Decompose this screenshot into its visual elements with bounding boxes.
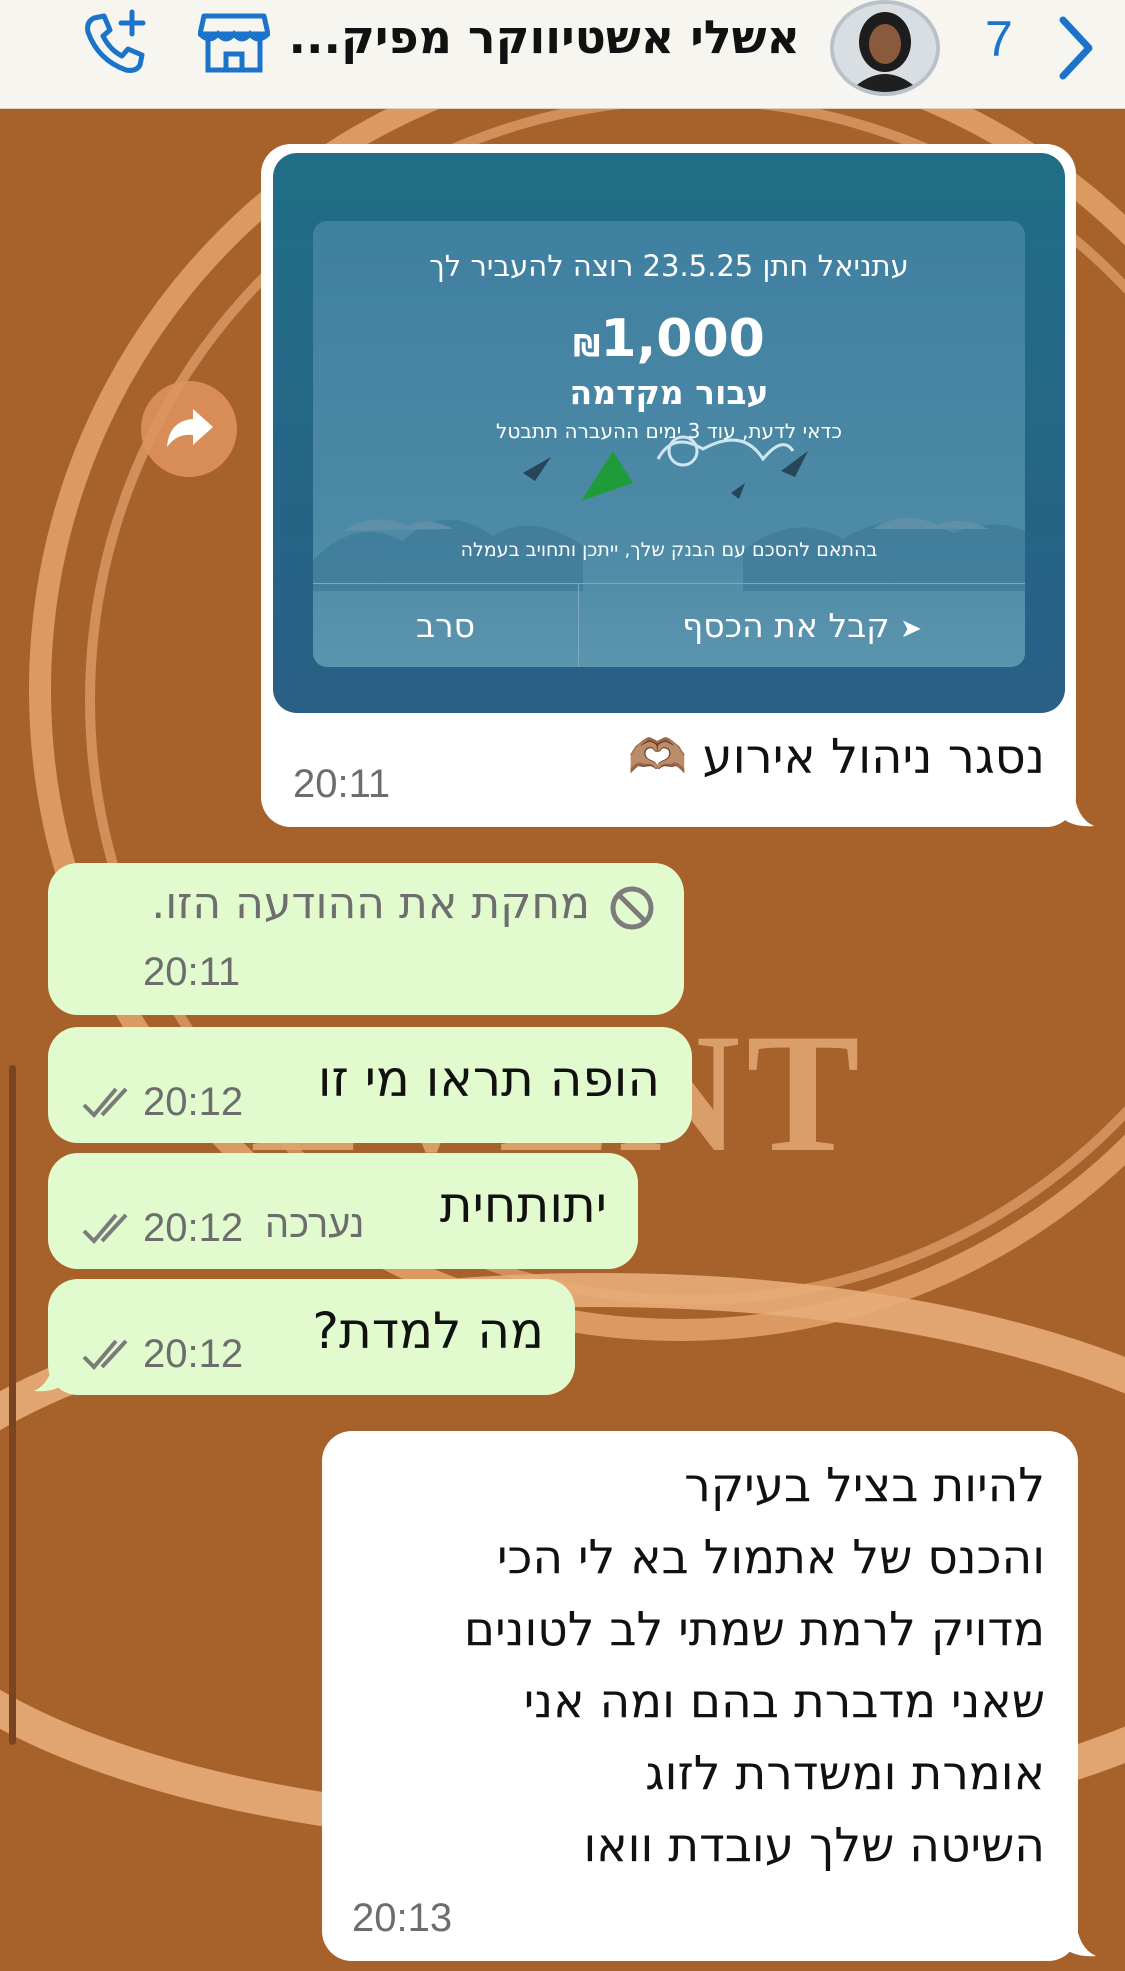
read-receipt-icon	[82, 1087, 128, 1118]
accept-money-button[interactable]: ➤ קבל את הכסף	[579, 584, 1025, 667]
back-chevron-icon[interactable]	[1055, 8, 1095, 88]
read-receipt-icon	[82, 1213, 128, 1244]
contact-name[interactable]: אשלי אשטיווקר מפיק...	[289, 10, 800, 64]
payment-purpose: עבור מקדמה	[569, 373, 769, 412]
message-time: 20:11	[143, 950, 241, 994]
deleted-icon	[610, 886, 654, 930]
accept-money-label: קבל את הכסף	[682, 606, 890, 645]
payment-card[interactable]: עתניאל חתן 23.5.25 רוצה להעביר לך ₪1,000…	[273, 153, 1065, 713]
message-line: שאני מדברת בהם ומה אני	[523, 1674, 1045, 1729]
message-text-multiline: להיות בציל בעיקר והכנס של אתמול בא לי הכ…	[365, 1450, 1045, 1882]
payment-amount-row: ₪1,000	[313, 309, 1025, 369]
payment-notice: כדאי לדעת, עוד 3 ימים ההעברה תתבטל	[496, 419, 842, 443]
message-time: 20:12	[143, 1206, 244, 1250]
forward-button[interactable]	[141, 381, 237, 477]
contact-avatar[interactable]	[830, 0, 940, 96]
message-text: הופה תראו מי זו	[317, 1050, 660, 1108]
payment-card-panel: עתניאל חתן 23.5.25 רוצה להעביר לך ₪1,000…	[313, 221, 1025, 667]
bubble-tail	[1060, 1920, 1096, 1957]
clouds-illustration	[313, 435, 1025, 591]
message-text: נסגר ניהול אירוע 🫶🏽	[627, 729, 1046, 785]
avatar-photo-icon	[834, 4, 936, 92]
payment-currency: ₪	[573, 329, 601, 364]
message-time: 20:11	[293, 762, 391, 806]
edited-label: נערכה	[265, 1204, 365, 1246]
payment-title: עתניאל חתן 23.5.25 רוצה להעביר לך	[429, 249, 909, 283]
bubble-tail	[1058, 790, 1094, 827]
chat-header: 7 אשלי אשטיווקר מפיק...	[0, 0, 1125, 109]
add-call-icon[interactable]	[80, 8, 150, 78]
message-text: מה למדת?	[312, 1302, 544, 1360]
scrollbar[interactable]	[9, 1065, 16, 1745]
deleted-message-text: מחקת את ההודעה הזו.	[151, 878, 590, 929]
message-line: השיטה שלך עובדת וואו	[583, 1818, 1045, 1873]
message-line: להיות בציל בעיקר	[684, 1458, 1045, 1513]
payment-amount: 1,000	[600, 309, 765, 369]
forward-arrow-icon	[167, 409, 213, 447]
send-arrow-icon: ➤	[900, 614, 922, 644]
bubble-tail	[34, 1355, 70, 1392]
message-line: והכנס של אתמול בא לי הכי	[496, 1530, 1045, 1585]
message-line: אומרת ומשדרת לזוג	[645, 1746, 1045, 1801]
message-line: מדויק לרמת שמתי לב לטונים	[463, 1602, 1045, 1657]
read-receipt-icon	[82, 1339, 128, 1370]
decline-money-button[interactable]: סרב	[313, 584, 578, 667]
unread-count[interactable]: 7	[985, 10, 1013, 68]
message-time: 20:12	[143, 1080, 244, 1124]
payment-footnote: בהתאם להסכם עם הבנק שלך, ייתכן ותחויב בע…	[460, 539, 878, 561]
store-icon[interactable]	[198, 10, 270, 74]
message-time: 20:13	[352, 1896, 453, 1940]
message-time: 20:12	[143, 1332, 244, 1376]
message-text: יתותחית	[439, 1176, 607, 1234]
